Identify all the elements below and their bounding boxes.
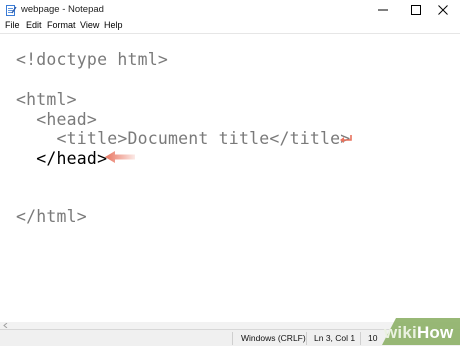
code-line-head-open: <head> bbox=[16, 110, 98, 129]
notepad-icon bbox=[6, 5, 17, 16]
status-line-ending: Windows (CRLF) bbox=[241, 333, 306, 343]
menu-edit[interactable]: Edit bbox=[26, 20, 42, 30]
text-editor[interactable]: <!doctype html> <html> <head> <title>Doc… bbox=[0, 33, 460, 324]
return-arrow-icon bbox=[340, 135, 352, 143]
menu-file[interactable]: File bbox=[5, 20, 20, 30]
wikihow-watermark: wikiHow bbox=[384, 323, 453, 343]
close-icon bbox=[438, 5, 448, 15]
code-line-doctype: <!doctype html> bbox=[16, 50, 169, 69]
code-line-html-close: </html> bbox=[16, 207, 87, 226]
maximize-icon bbox=[411, 5, 421, 15]
pointer-arrow-icon bbox=[105, 151, 135, 163]
minimize-button[interactable] bbox=[366, 0, 400, 20]
status-cursor-position: Ln 3, Col 1 bbox=[314, 333, 356, 343]
status-divider bbox=[360, 332, 361, 345]
watermark-how: How bbox=[416, 323, 454, 342]
menu-view[interactable]: View bbox=[80, 20, 99, 30]
close-button[interactable] bbox=[426, 0, 460, 20]
watermark-wiki: wiki bbox=[384, 323, 417, 342]
code-line-head-close: </head> bbox=[16, 149, 108, 168]
scroll-left-icon[interactable] bbox=[3, 323, 8, 328]
menu-help[interactable]: Help bbox=[104, 20, 123, 30]
title-bar: webpage - Notepad bbox=[0, 0, 460, 20]
code-line-title: <title>Document title</title> bbox=[16, 129, 351, 148]
status-divider bbox=[306, 332, 307, 345]
status-divider bbox=[232, 332, 233, 345]
menu-bar: File Edit Format View Help bbox=[0, 20, 460, 33]
code-line-html-open: <html> bbox=[16, 90, 77, 109]
minimize-icon bbox=[378, 9, 388, 11]
menu-format[interactable]: Format bbox=[47, 20, 76, 30]
window-title: webpage - Notepad bbox=[21, 4, 104, 15]
